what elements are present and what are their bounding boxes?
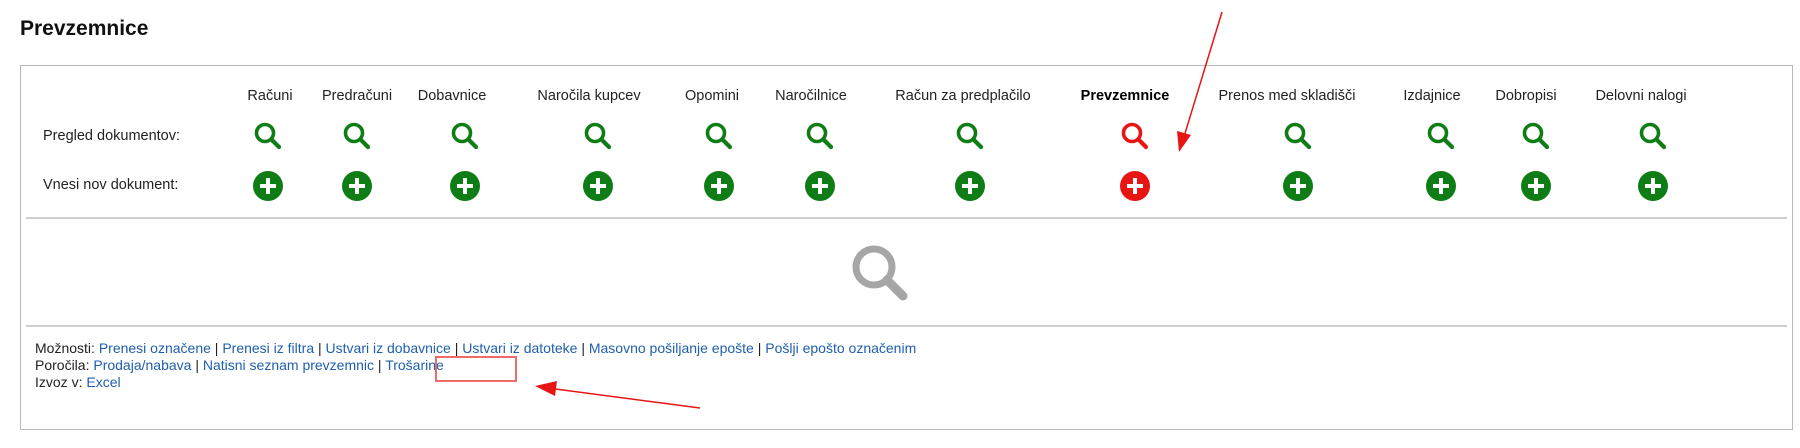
new-prevzemnice-button[interactable] [1118, 169, 1152, 203]
new-dobavnice-button[interactable] [448, 169, 482, 203]
search-icon [1426, 121, 1456, 151]
new-prenos-med-skladisci-button[interactable] [1281, 169, 1315, 203]
option-prenesi-iz-filtra-link[interactable]: Prenesi iz filtra [222, 340, 314, 356]
search-icon [955, 121, 985, 151]
view-izdajnice-button[interactable] [1424, 119, 1458, 153]
separator: | [318, 340, 326, 356]
option-masovno-posiljanje-eposte-link[interactable]: Masovno pošiljanje epošte [589, 340, 754, 356]
search-icon [450, 121, 480, 151]
search-icon [1521, 121, 1551, 151]
column-header-izdajnice: Izdajnice [1403, 88, 1461, 104]
divider-top [26, 217, 1787, 219]
row-label-view-documents: Pregled dokumentov: [43, 128, 181, 144]
plus-circle-icon [804, 170, 836, 202]
plus-circle-icon [954, 170, 986, 202]
column-header-dobropisi: Dobropisi [1495, 88, 1557, 104]
view-racun-za-predplacilo-button[interactable] [953, 119, 987, 153]
view-dobavnice-button[interactable] [448, 119, 482, 153]
new-dobropisi-button[interactable] [1519, 169, 1553, 203]
options-label: Možnosti: [35, 340, 99, 356]
search-icon [1120, 121, 1150, 151]
column-header-racun-za-predplacilo: Račun za predplačilo [895, 88, 1031, 104]
plus-circle-icon [703, 170, 735, 202]
plus-circle-icon [1520, 170, 1552, 202]
view-predracuni-button[interactable] [340, 119, 374, 153]
column-header-prenos-med-skladisci: Prenos med skladišči [1218, 88, 1356, 104]
new-narocilnice-button[interactable] [803, 169, 837, 203]
annotation-highlight-box [435, 356, 517, 382]
new-racuni-button[interactable] [251, 169, 285, 203]
report-natisni-seznam-prevzemnic-link[interactable]: Natisni seznam prevzemnic [203, 357, 374, 373]
column-header-racuni: Računi [247, 88, 293, 104]
plus-circle-icon [1119, 170, 1151, 202]
new-delovni-nalogi-button[interactable] [1636, 169, 1670, 203]
new-racun-za-predplacilo-button[interactable] [953, 169, 987, 203]
column-header-narocila-kupcev: Naročila kupcev [537, 88, 641, 104]
column-header-opomini: Opomini [685, 88, 739, 104]
view-opomini-button[interactable] [702, 119, 736, 153]
view-prevzemnice-button[interactable] [1118, 119, 1152, 153]
plus-circle-icon [1282, 170, 1314, 202]
view-narocilnice-button[interactable] [803, 119, 837, 153]
view-delovni-nalogi-button[interactable] [1636, 119, 1670, 153]
column-header-predracuni: Predračuni [321, 88, 393, 104]
search-icon [342, 121, 372, 151]
search-icon [1638, 121, 1668, 151]
option-ustvari-iz-dobavnice-link[interactable]: Ustvari iz dobavnice [326, 340, 451, 356]
reports-label: Poročila: [35, 357, 94, 373]
new-narocila-kupcev-button[interactable] [581, 169, 615, 203]
option-poslji-eposto-oznacenim-link[interactable]: Pošlji epošto označenim [765, 340, 916, 356]
option-ustvari-iz-datoteke-link[interactable]: Ustvari iz datoteke [462, 340, 577, 356]
option-prenesi-oznacene-link[interactable]: Prenesi označene [99, 340, 211, 356]
export-excel-link[interactable]: Excel [86, 374, 120, 390]
new-predracuni-button[interactable] [340, 169, 374, 203]
new-izdajnice-button[interactable] [1424, 169, 1458, 203]
column-header-prevzemnice: Prevzemnice [1080, 88, 1170, 104]
plus-circle-icon [582, 170, 614, 202]
divider-bottom [26, 325, 1787, 327]
search-icon [253, 121, 283, 151]
view-prenos-med-skladisci-button[interactable] [1281, 119, 1315, 153]
report-prodaja-nabava-link[interactable]: Prodaja/nabava [93, 357, 191, 373]
search-icon [1283, 121, 1313, 151]
options-line: Možnosti: Prenesi označene | Prenesi iz … [35, 340, 916, 357]
plus-circle-icon [341, 170, 373, 202]
plus-circle-icon [252, 170, 284, 202]
plus-circle-icon [1425, 170, 1457, 202]
row-label-new-document: Vnesi nov dokument: [43, 177, 179, 193]
empty-state-search-icon [848, 241, 912, 305]
column-header-narocilnice: Naročilnice [775, 88, 847, 104]
separator: | [581, 340, 589, 356]
view-dobropisi-button[interactable] [1519, 119, 1553, 153]
plus-circle-icon [1637, 170, 1669, 202]
separator: | [195, 357, 203, 373]
column-header-dobavnice: Dobavnice [417, 88, 487, 104]
view-racuni-button[interactable] [251, 119, 285, 153]
column-header-delovni-nalogi: Delovni nalogi [1595, 88, 1687, 104]
search-icon [583, 121, 613, 151]
search-icon [805, 121, 835, 151]
export-label: Izvoz v: [35, 374, 87, 390]
page-title: Prevzemnice [20, 17, 149, 40]
new-opomini-button[interactable] [702, 169, 736, 203]
view-narocila-kupcev-button[interactable] [581, 119, 615, 153]
search-icon [704, 121, 734, 151]
plus-circle-icon [449, 170, 481, 202]
